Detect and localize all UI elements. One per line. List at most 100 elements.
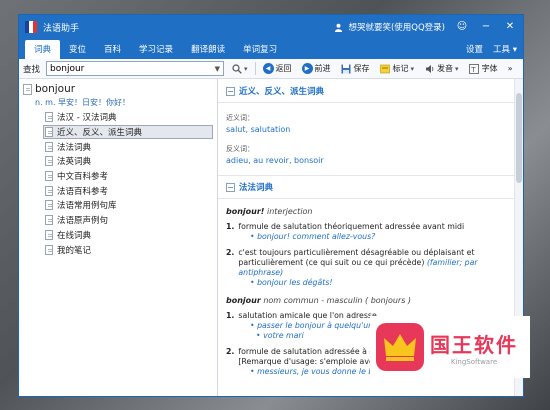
back-button[interactable]: ◀ 返回: [260, 63, 295, 74]
close-icon[interactable]: ✕: [503, 20, 517, 34]
back-arrow-icon: ◀: [262, 63, 274, 74]
document-icon: [45, 112, 53, 123]
definition: 2. c'est toujours particulièrement désagr…: [226, 248, 515, 278]
scrollbar-thumb[interactable]: [516, 93, 522, 183]
definition: 1. formule de salutation théoriquement ad…: [226, 222, 515, 232]
save-button[interactable]: 保存: [338, 63, 373, 74]
crown-logo-icon: [376, 323, 424, 371]
definition-text: formule de salutation théoriquement adre…: [238, 222, 465, 231]
settings-menu[interactable]: 设置: [466, 43, 483, 55]
entry-pos: interjection: [264, 207, 313, 216]
definition-number: 2.: [226, 347, 235, 356]
section-fr-fr-header[interactable]: − 法法词典: [226, 179, 515, 195]
headword-row[interactable]: bonjour: [23, 83, 213, 95]
title-bar: 法语助手 想哭就要笑(使用QQ登录) ☺ − ✕: [19, 15, 523, 39]
mark-dropdown-icon: ▾: [410, 64, 415, 73]
list-item-fr-encyclopedia[interactable]: 法语百科参考: [23, 183, 213, 198]
antonyms-list[interactable]: adieu, au revoir, bonsoir: [226, 156, 515, 165]
font-label: 字体: [481, 64, 498, 73]
mark-label: 标记: [392, 64, 409, 73]
section-synonyms-header[interactable]: − 近义、反义、派生词典: [226, 83, 515, 99]
list-item-label: 法语百科参考: [57, 186, 109, 197]
smiley-icon[interactable]: ☺: [455, 20, 469, 34]
example: bonjour les dégâts!: [250, 278, 515, 288]
tools-menu[interactable]: 工具 ▾: [493, 43, 517, 55]
save-label: 保存: [353, 64, 370, 73]
more-button[interactable]: »: [505, 64, 516, 73]
definition-text: salutation amicale que l'on adresse: [238, 311, 377, 320]
divider: [218, 198, 523, 199]
entry-header: bonjour nom commun - masculin ( bonjours…: [226, 296, 515, 305]
divider: [218, 175, 523, 176]
forward-arrow-icon: ▶: [301, 63, 313, 74]
list-item-fr-fr-dict[interactable]: 法法词典: [23, 139, 213, 154]
tab-dictionary[interactable]: 词典: [25, 40, 61, 59]
collapse-icon[interactable]: −: [226, 86, 235, 96]
pronounce-button[interactable]: 发音 ▾: [421, 63, 462, 74]
definition-number: 1.: [226, 222, 235, 231]
definition-number: 1.: [226, 311, 235, 320]
tab-study-records[interactable]: 学习记录: [130, 40, 182, 59]
list-item-synonym-dict[interactable]: 近义、反义、派生词典: [43, 124, 213, 140]
search-button[interactable]: ▾: [228, 63, 251, 74]
synonyms-label: 近义词：: [226, 114, 254, 122]
search-options-icon: ▾: [244, 64, 248, 73]
document-icon: [45, 185, 53, 196]
svg-text:T: T: [470, 66, 476, 74]
entry-word: bonjour: [226, 296, 261, 305]
watermark-en: KingSoftware: [450, 357, 498, 366]
list-item-label: 中文百科参考: [57, 172, 109, 183]
watermark-cn: 国王软件: [430, 332, 518, 357]
document-icon: [45, 244, 53, 255]
pronounce-label: 发音: [437, 64, 454, 73]
collapse-icon[interactable]: −: [226, 182, 235, 192]
list-item-cn-encyclopedia[interactable]: 中文百科参考: [23, 169, 213, 184]
font-size-icon: T: [469, 63, 480, 74]
document-icon: [45, 141, 53, 152]
tab-translate-read[interactable]: 翻译朗读: [182, 40, 234, 59]
app-logo-icon: [25, 21, 37, 33]
nav-bar: 词典 变位 百科 学习记录 翻译朗读 单词复习 设置 工具 ▾: [19, 39, 523, 59]
tab-conjugation[interactable]: 变位: [60, 40, 95, 59]
font-button[interactable]: T 字体: [466, 63, 501, 74]
search-box: ▼: [46, 61, 225, 76]
forward-button[interactable]: ▶ 前进: [299, 63, 334, 74]
definition-number: 2.: [226, 248, 235, 257]
left-panel: bonjour n. m. 早安！日安！你好！ 法汉 - 汉法词典 近义、反义、…: [19, 79, 218, 396]
minimize-icon[interactable]: −: [479, 20, 493, 34]
synonyms-list[interactable]: salut, salutation: [226, 125, 515, 134]
watermark: 国王软件 KingSoftware: [370, 316, 530, 378]
definition-text: formule de salutation adressée à c: [238, 347, 374, 356]
entry-pos: nom commun - masculin ( bonjours ): [260, 296, 412, 305]
entry-word: bonjour!: [226, 207, 265, 216]
list-item-fr-cn-dict[interactable]: 法汉 - 汉法词典: [23, 110, 213, 125]
list-item-fr-en-dict[interactable]: 法英词典: [23, 154, 213, 169]
user-account[interactable]: 想哭就要笑(使用QQ登录): [331, 20, 445, 34]
entry-header: bonjour! interjection: [226, 207, 515, 216]
document-icon: [23, 83, 32, 95]
search-dropdown-icon[interactable]: ▼: [215, 65, 220, 73]
list-item-label: 在线词典: [57, 230, 92, 241]
toolbar-divider: [254, 62, 256, 75]
document-icon: [45, 156, 53, 167]
list-item-online-dict[interactable]: 在线词典: [23, 228, 213, 243]
search-input[interactable]: [50, 63, 215, 74]
list-item-audio-examples[interactable]: 法语原声例句: [23, 213, 213, 228]
list-item-label: 法英词典: [57, 157, 92, 168]
list-item-my-notes[interactable]: 我的笔记: [23, 242, 213, 257]
list-item-example-library[interactable]: 法语常用例句库: [23, 198, 213, 213]
pronounce-dropdown-icon: ▾: [455, 64, 459, 73]
user-label: 想哭就要笑(使用QQ登录): [348, 23, 445, 33]
speaker-icon: [424, 63, 435, 74]
save-icon: [341, 63, 352, 74]
section-title: 法法词典: [239, 183, 274, 193]
mark-button[interactable]: 标记 ▾: [377, 63, 418, 74]
user-icon: [331, 20, 345, 34]
tab-word-review[interactable]: 单词复习: [234, 40, 286, 59]
tab-encyclopedia[interactable]: 百科: [95, 40, 130, 59]
document-icon: [45, 229, 53, 240]
list-item-label: 法汉 - 汉法词典: [57, 113, 117, 124]
headword: bonjour: [35, 83, 76, 95]
document-icon: [45, 127, 53, 138]
list-item-label: 法语原声例句: [57, 216, 109, 227]
